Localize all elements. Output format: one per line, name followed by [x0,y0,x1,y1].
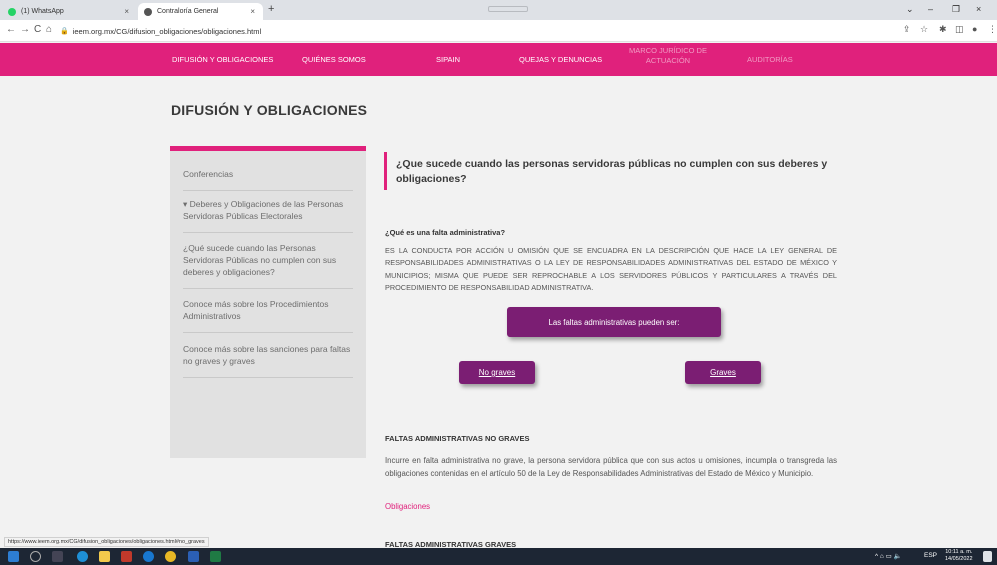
no-graves-button[interactable]: No graves [459,361,535,384]
taskbar-clock[interactable]: 10:11 a. m. 14/05/2022 [945,549,973,563]
graves-button[interactable]: Graves [685,361,761,384]
no-graves-label: No graves [478,368,516,377]
sidebar-item-deberes[interactable]: ▾ Deberes y Obligaciones de las Personas… [183,199,353,233]
falta-subheading: ¿Qué es una falta administrativa? [385,228,506,237]
excel-icon[interactable] [210,551,221,562]
address-bar[interactable]: 🔒 ieem.org.mx/CG/difusion_obligaciones/o… [60,23,900,39]
close-window-button[interactable]: × [976,4,981,14]
sidebar-item-sanciones[interactable]: Conoce más sobre las sanciones para falt… [183,344,353,378]
nav-marco-juridico[interactable]: MARCO JURÍDICO DE ACTUACIÓN [628,46,708,66]
globe-icon [144,7,152,16]
home-icon[interactable]: ⌂ [46,24,52,35]
sidebar: Conferencias ▾ Deberes y Obligaciones de… [170,146,366,458]
reload-icon[interactable]: C [34,24,41,35]
menu-icon[interactable]: ⋮ [988,24,997,35]
extension-icon[interactable]: ✱ [939,24,947,35]
sidebar-item-conferencias[interactable]: Conferencias [183,169,353,191]
star-icon[interactable]: ☆ [920,24,928,35]
close-tab-icon[interactable]: × [250,7,255,16]
forward-icon[interactable]: → [20,24,30,35]
internet-explorer-icon[interactable] [143,551,154,562]
new-tab-button[interactable]: + [268,3,274,15]
page-title: DIFUSIÓN Y OBLIGACIONES [171,102,368,118]
notifications-icon[interactable] [983,551,992,562]
site-navigation: DIFUSIÓN Y OBLIGACIONES QUIÉNES SOMOS SI… [0,43,997,76]
minimize-button[interactable]: – [928,4,933,14]
tab-contraloria[interactable]: Contraloría General × [138,3,263,20]
sidebar-icon[interactable]: ◫ [955,24,964,35]
tab-label: (1) WhatsApp [21,8,64,15]
graves-label: Graves [710,368,736,377]
nav-sipain[interactable]: SIPAIN [436,55,460,64]
nav-difusion[interactable]: DIFUSIÓN Y OBLIGACIONES [172,55,273,64]
no-graves-heading: FALTAS ADMINISTRATIVAS NO GRAVES [385,434,530,443]
colorful-app-icon[interactable] [121,551,132,562]
word-icon[interactable] [188,551,199,562]
sidebar-item-que-sucede[interactable]: ¿Qué sucede cuando las Personas Servidor… [183,243,353,289]
browser-toolbar: ← → C ⌂ 🔒 ieem.org.mx/CG/difusion_obliga… [0,20,997,42]
edge-icon[interactable] [77,551,88,562]
nav-auditorias[interactable]: AUDITORÍAS [747,55,793,65]
share-icon[interactable]: ⇪ [903,24,911,35]
search-icon[interactable] [30,551,41,562]
clock-date: 14/05/2022 [945,556,973,563]
windows-start-icon[interactable] [8,551,19,562]
maximize-button[interactable]: ❐ [952,4,960,15]
nav-quejas-denuncias[interactable]: QUEJAS Y DENUNCIAS [519,55,602,64]
close-tab-icon[interactable]: × [124,7,129,16]
url-text: ieem.org.mx/CG/difusion_obligaciones/obl… [72,26,262,36]
profile-icon[interactable]: ● [972,24,977,34]
browser-tabstrip: (1) WhatsApp × Contraloría General × + ⌄… [0,0,997,20]
sidebar-item-procedimientos[interactable]: Conoce más sobre los Procedimientos Admi… [183,299,353,333]
tab-search-icon[interactable]: ⌄ [906,4,914,15]
file-explorer-icon[interactable] [99,551,110,562]
tab-label: Contraloría General [157,8,219,15]
no-graves-paragraph: Incurre en falta administrativa no grave… [385,456,837,478]
lock-icon: 🔒 [60,28,69,35]
window-drag-handle[interactable] [488,6,528,12]
chrome-icon[interactable] [165,551,176,562]
tab-whatsapp[interactable]: (1) WhatsApp × [2,3,137,20]
windows-taskbar: ^ ⌂ ▭ 🔈 ESP 10:11 a. m. 14/05/2022 [0,548,997,565]
status-bar-url: https://www.ieem.org.mx/CG/difusion_obli… [4,537,209,547]
language-indicator[interactable]: ESP [924,552,937,559]
faltas-box: Las faltas administrativas pueden ser: [507,307,721,337]
obligaciones-link[interactable]: Obligaciones [385,502,430,511]
question-heading: ¿Que sucede cuando las personas servidor… [384,152,844,190]
clock-time: 10:11 a. m. [945,549,973,555]
whatsapp-icon [8,7,16,16]
task-view-icon[interactable] [52,551,63,562]
system-tray-icons[interactable]: ^ ⌂ ▭ 🔈 [875,552,902,560]
falta-definition: ES LA CONDUCTA POR ACCIÓN U OMISIÓN QUE … [385,246,837,292]
faltas-box-label: Las faltas administrativas pueden ser: [548,317,680,327]
nav-quienes-somos[interactable]: QUIÉNES SOMOS [302,55,366,64]
back-icon[interactable]: ← [6,24,16,35]
